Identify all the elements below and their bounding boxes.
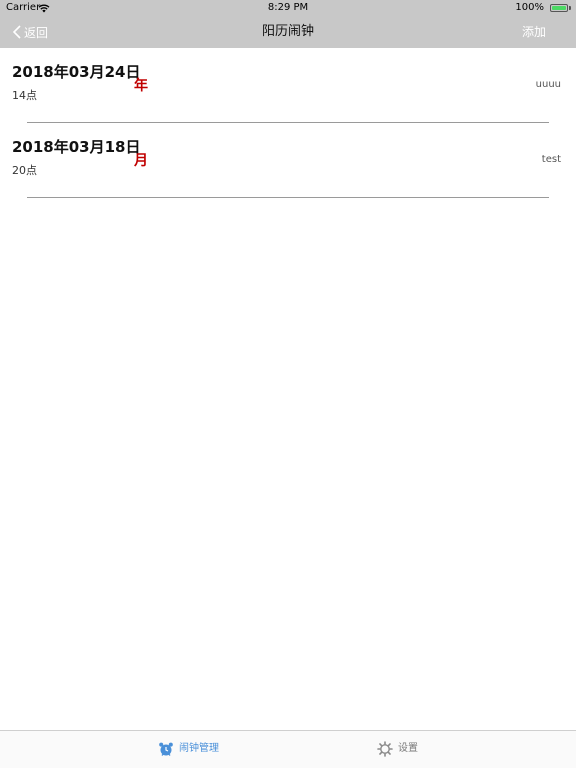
- alarm-row[interactable]: 2018年03月18日 月 20点 test: [0, 123, 576, 198]
- page-title: 阳历闹钟: [261, 24, 314, 39]
- status-bar: Carrier 8:29 PM 100%: [0, 0, 576, 16]
- add-button[interactable]: 添加: [522, 22, 546, 42]
- battery-icon: [550, 4, 568, 12]
- navigation-bar: 返回 阳历闹钟 添加: [0, 16, 576, 48]
- alarm-note: uuuu: [535, 79, 561, 90]
- gear-icon: [377, 741, 393, 757]
- tab-label: 闹钟管理: [179, 743, 219, 754]
- alarm-clock-icon: [159, 742, 173, 756]
- row-divider: [27, 197, 549, 198]
- battery-percentage: 100%: [515, 2, 544, 13]
- alarm-list: 2018年03月24日 年 14点 uuuu 2018年03月18日 月 20点…: [0, 48, 576, 198]
- tab-label: 设置: [398, 743, 418, 754]
- alarm-date: 2018年03月24日: [12, 63, 141, 81]
- alarm-repeat-tag: 月: [134, 153, 148, 169]
- battery-tip: [569, 6, 571, 10]
- alarm-row[interactable]: 2018年03月24日 年 14点 uuuu: [0, 48, 576, 123]
- alarm-hour: 14点: [12, 89, 37, 102]
- alarm-note: test: [541, 154, 561, 165]
- top-bar: Carrier 8:29 PM 100% 返回 阳历闹钟 添加: [0, 0, 576, 48]
- alarm-date: 2018年03月18日: [12, 138, 141, 156]
- tab-settings[interactable]: 设置: [377, 741, 418, 757]
- alarm-repeat-tag: 年: [134, 78, 148, 94]
- tab-alarm-management[interactable]: 闹钟管理: [158, 741, 219, 757]
- status-time: 8:29 PM: [267, 2, 309, 13]
- alarm-hour: 20点: [12, 164, 37, 177]
- tab-bar: 闹钟管理 设置: [0, 730, 576, 768]
